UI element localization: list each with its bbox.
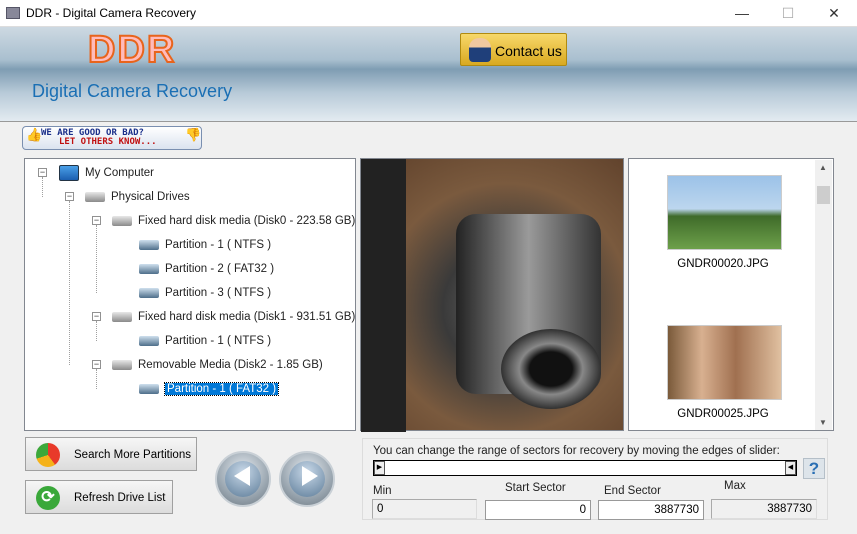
thumbnail-name: GNDR00025.JPG [677, 408, 769, 420]
search-more-partitions-button[interactable]: Search More Partitions [25, 437, 197, 471]
next-button[interactable] [279, 451, 335, 507]
tree-node-disk1[interactable]: Fixed hard disk media (Disk1 - 931.51 GB… [112, 308, 355, 326]
slider-start-handle[interactable]: ▶ [374, 461, 385, 475]
contact-us-label: Contact us [495, 43, 562, 59]
partition-icon [139, 239, 159, 250]
contact-us-button[interactable]: Contact us [460, 33, 567, 66]
removable-disk-icon [112, 359, 132, 370]
pie-chart-icon [36, 443, 60, 467]
start-sector-input[interactable]: 0 [485, 500, 591, 520]
collapse-toggle[interactable]: − [92, 312, 101, 321]
partition-icon [139, 263, 159, 274]
collapse-toggle[interactable]: − [92, 216, 101, 225]
end-sector-input[interactable]: 3887730 [598, 500, 704, 520]
arrow-left-icon [234, 466, 250, 486]
feedback-banner-button[interactable]: 👍 WE ARE GOOD OR BAD? LET OTHERS KNOW...… [22, 126, 202, 150]
arrow-right-icon [302, 466, 318, 486]
max-label: Max [724, 480, 746, 492]
camera-preview-image [360, 158, 624, 432]
partition-icon [139, 335, 159, 346]
tree-node-partition[interactable]: Partition - 3 ( NTFS ) [139, 284, 271, 302]
drive-icon [85, 191, 105, 202]
min-field: 0 [372, 499, 477, 519]
drive-tree[interactable]: − − − − − My Computer Physical Drives Fi… [24, 158, 356, 431]
thumbnail-list[interactable]: GNDR00020.JPG GNDR00025.JPG [628, 158, 834, 431]
collapse-toggle[interactable]: − [38, 168, 47, 177]
close-button[interactable]: ✕ [811, 0, 857, 27]
refresh-drive-list-button[interactable]: ⟳ Refresh Drive List [25, 480, 173, 514]
scrollbar-thumb[interactable] [817, 186, 830, 204]
title-bar: DDR - Digital Camera Recovery — ☐ ✕ [0, 0, 857, 27]
person-icon [469, 38, 491, 62]
thumbnail-name: GNDR00020.JPG [677, 258, 769, 270]
max-field: 3887730 [711, 499, 817, 519]
header-banner: DDR Digital Camera Recovery Contact us [0, 27, 857, 122]
min-label: Min [373, 485, 392, 497]
sector-range-instructions: You can change the range of sectors for … [373, 445, 780, 457]
thumbs-up-icon: 👍 [26, 128, 43, 143]
hard-disk-icon [112, 311, 132, 322]
minimize-button[interactable]: — [719, 0, 765, 27]
thumbnail-image[interactable] [667, 325, 782, 400]
ddr-logo: DDR [87, 28, 177, 72]
back-button[interactable] [215, 451, 271, 507]
collapse-toggle[interactable]: − [92, 360, 101, 369]
refresh-icon: ⟳ [36, 486, 60, 510]
tree-node-disk0[interactable]: Fixed hard disk media (Disk0 - 223.58 GB… [112, 212, 355, 230]
sector-range-slider[interactable]: ▶ ◀ [373, 460, 797, 476]
scroll-down-icon[interactable]: ▼ [819, 418, 827, 427]
maximize-button[interactable]: ☐ [765, 0, 811, 27]
scroll-up-icon[interactable]: ▲ [819, 163, 827, 172]
tree-node-physical-drives[interactable]: Physical Drives [85, 188, 190, 206]
sector-range-group: You can change the range of sectors for … [362, 438, 828, 520]
tree-node-partition-selected[interactable]: Partition - 1 ( FAT32 ) [139, 380, 280, 398]
tree-node-partition[interactable]: Partition - 1 ( NTFS ) [139, 236, 271, 254]
hard-disk-icon [112, 215, 132, 226]
app-subtitle: Digital Camera Recovery [32, 81, 233, 101]
thumbnail-scrollbar[interactable]: ▲ ▼ [815, 160, 832, 430]
slider-end-handle[interactable]: ◀ [785, 461, 796, 475]
computer-icon [59, 164, 79, 181]
thumbnail-image[interactable] [667, 175, 782, 250]
thumbs-down-icon: 👎 [185, 128, 202, 143]
tree-node-partition[interactable]: Partition - 2 ( FAT32 ) [139, 260, 274, 278]
feedback-line2: LET OTHERS KNOW... [59, 137, 157, 147]
tree-node-disk2[interactable]: Removable Media (Disk2 - 1.85 GB) [112, 356, 323, 374]
window-title: DDR - Digital Camera Recovery [26, 6, 197, 20]
start-sector-label: Start Sector [505, 482, 566, 494]
app-icon [6, 7, 20, 19]
end-sector-label: End Sector [604, 485, 661, 497]
partition-icon [139, 383, 159, 394]
partition-icon [139, 287, 159, 298]
tree-node-my-computer[interactable]: My Computer [59, 164, 154, 182]
collapse-toggle[interactable]: − [65, 192, 74, 201]
help-button[interactable]: ? [803, 458, 825, 479]
tree-node-partition[interactable]: Partition - 1 ( NTFS ) [139, 332, 271, 350]
